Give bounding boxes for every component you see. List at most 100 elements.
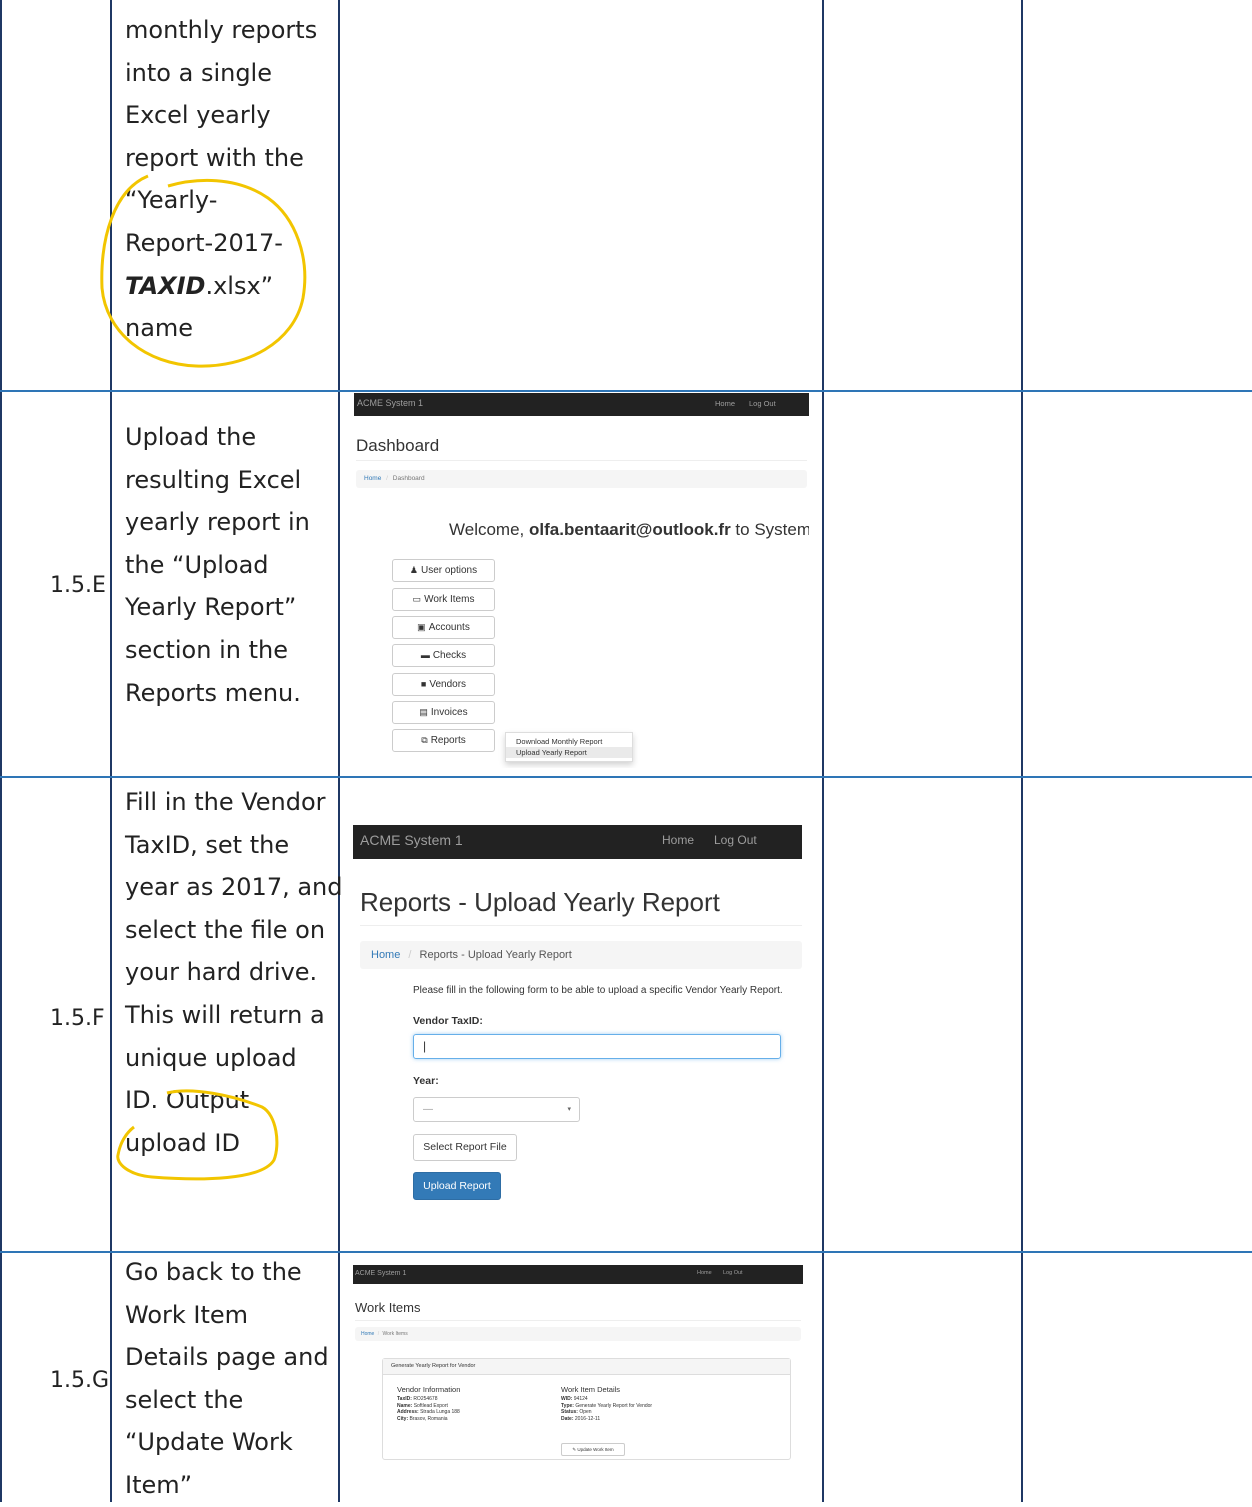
breadcrumb-separator: / xyxy=(386,475,388,482)
breadcrumb: Home / Dashboard xyxy=(356,470,807,488)
year-select[interactable]: — ▾ xyxy=(413,1097,580,1122)
work-item-details-heading: Work Item Details xyxy=(561,1385,621,1394)
brand[interactable]: ACME System 1 xyxy=(357,398,423,408)
user-icon: ♟ xyxy=(409,565,418,575)
description-line: yearly report in xyxy=(125,508,310,537)
checks-button[interactable]: ▬ Checks xyxy=(392,644,495,667)
field-label: City: xyxy=(397,1415,409,1422)
vendors-button[interactable]: ■ Vendors xyxy=(392,673,495,696)
button-label: Invoices xyxy=(430,707,468,718)
brand[interactable]: ACME System 1 xyxy=(355,1270,406,1277)
description-line: the “Upload xyxy=(125,550,269,579)
description-line: Yearly Report” xyxy=(125,593,297,622)
menu-item-upload-yearly-report[interactable]: Upload Yearly Report xyxy=(506,747,632,758)
description-line: select the file on xyxy=(125,915,326,944)
reports-button[interactable]: ⧉ Reports xyxy=(392,729,495,752)
nav-logout-link[interactable]: Log Out xyxy=(714,833,757,847)
welcome-message: Welcome, olfa.bentaarit@outlook.fr to Sy… xyxy=(449,520,809,540)
vendor-info-heading: Vendor Information xyxy=(397,1385,461,1394)
button-label: Update Work Item xyxy=(577,1447,614,1452)
field-value: Strada Lunga 188 xyxy=(420,1409,460,1416)
nav-logout-link[interactable]: Log Out xyxy=(723,1270,743,1276)
field-label: WID: xyxy=(561,1396,573,1402)
row-border xyxy=(0,776,1252,778)
nav-home-link[interactable]: Home xyxy=(697,1270,712,1276)
accounts-icon: ▣ xyxy=(417,622,426,632)
welcome-suffix: to System 1. xyxy=(735,520,809,539)
description-line: Work Item xyxy=(125,1300,249,1329)
pencil-icon: ✎ xyxy=(572,1447,577,1452)
col-border xyxy=(0,0,2,1502)
field-value: 94124 xyxy=(573,1396,588,1402)
highlight-circle-icon xyxy=(100,174,307,368)
year-label: Year: xyxy=(413,1075,439,1087)
button-label: User options xyxy=(420,565,478,576)
work-items-screenshot: ACME System 1 Home Log Out Work Items Ho… xyxy=(353,1265,803,1480)
update-work-item-button[interactable]: ✎ Update Work Item xyxy=(561,1443,625,1456)
accounts-button[interactable]: ▣ Accounts xyxy=(392,616,495,639)
col-border xyxy=(822,0,824,1502)
breadcrumb-home[interactable]: Home xyxy=(364,475,381,482)
row-4-description: Go back to the Work Item Details page an… xyxy=(125,1251,329,1507)
work-item-panel: Generate Yearly Report for Vendor Vendor… xyxy=(382,1358,791,1460)
user-options-button[interactable]: ♟ User options xyxy=(392,559,495,582)
upload-report-screenshot: ACME System 1 Home Log Out Reports - Upl… xyxy=(353,825,802,1200)
nav-logout-link[interactable]: Log Out xyxy=(749,399,776,408)
description-line: into a single xyxy=(125,58,272,87)
description-line: TaxID, set the xyxy=(125,830,290,859)
chevron-down-icon: ▾ xyxy=(567,1106,571,1113)
description-line: Item” xyxy=(125,1470,193,1499)
description-line: section in the xyxy=(125,635,288,664)
button-label: Reports xyxy=(430,735,466,746)
description-line: year as 2017, and xyxy=(125,873,343,902)
breadcrumb-home[interactable]: Home xyxy=(361,1331,374,1337)
details-row: Type: Generate Yearly Report for Vendor xyxy=(561,1403,652,1410)
select-report-file-button[interactable]: Select Report File xyxy=(413,1134,517,1161)
divider xyxy=(355,1320,801,1321)
description-line: Upload the xyxy=(125,423,257,451)
field-label: Address: xyxy=(397,1409,419,1416)
brand[interactable]: ACME System 1 xyxy=(360,832,463,848)
year-selected-value: — xyxy=(423,1104,433,1115)
input-cursor: | xyxy=(423,1039,427,1053)
col-border xyxy=(338,0,340,1502)
nav-home-link[interactable]: Home xyxy=(715,399,735,408)
field-value: Open xyxy=(579,1409,592,1416)
row-2-description: Upload the resulting Excel yearly report… xyxy=(125,416,310,714)
breadcrumb-current: Dashboard xyxy=(392,475,425,482)
description-line: This will return a xyxy=(125,1000,325,1029)
nav-home-link[interactable]: Home xyxy=(662,833,694,847)
breadcrumb-separator: / xyxy=(408,949,412,961)
welcome-email: olfa.bentaarit@outlook.fr xyxy=(529,520,731,539)
field-value: RO254678 xyxy=(413,1396,438,1402)
button-label: Checks xyxy=(432,650,467,661)
description-line: your hard drive. xyxy=(125,958,318,987)
work-item-details: WID: 94124 Type: Generate Yearly Report … xyxy=(561,1396,652,1422)
invoices-button[interactable]: ▤ Invoices xyxy=(392,701,495,724)
breadcrumb-home[interactable]: Home xyxy=(371,949,400,961)
divider xyxy=(356,460,807,461)
vendor-taxid-input[interactable]: | xyxy=(413,1034,781,1059)
details-row: Status: Open xyxy=(561,1409,652,1416)
description-line: unique upload xyxy=(125,1043,297,1072)
upload-report-button[interactable]: Upload Report xyxy=(413,1172,501,1200)
description-line: Excel yearly xyxy=(125,101,271,130)
vendor-taxid-label: Vendor TaxID: xyxy=(413,1015,483,1027)
description-line: “Update Work xyxy=(125,1428,293,1457)
truck-icon: ■ xyxy=(420,679,427,689)
navbar: ACME System 1 Home Log Out xyxy=(353,1265,803,1284)
page-title: Dashboard xyxy=(356,436,440,455)
field-value: Softlead Export xyxy=(413,1402,448,1409)
breadcrumb-current: Reports - Upload Yearly Report xyxy=(419,949,572,961)
menu-item-download-monthly-report[interactable]: Download Monthly Report xyxy=(506,736,632,747)
breadcrumb: Home / Reports - Upload Yearly Report xyxy=(360,941,802,969)
work-items-button[interactable]: ▭ Work Items xyxy=(392,588,495,611)
step-number: 1.5.G xyxy=(50,1368,110,1393)
navbar: ACME System 1 Home Log Out xyxy=(354,393,809,416)
button-label: Vendors xyxy=(429,679,467,690)
panel-heading: Generate Yearly Report for Vendor xyxy=(383,1359,790,1375)
field-label: TaxID: xyxy=(397,1396,412,1402)
page-title: Work Items xyxy=(355,1300,421,1315)
description-line: Reports menu. xyxy=(125,678,301,707)
vendor-info-row: City: Brasov, Romania xyxy=(397,1416,460,1423)
